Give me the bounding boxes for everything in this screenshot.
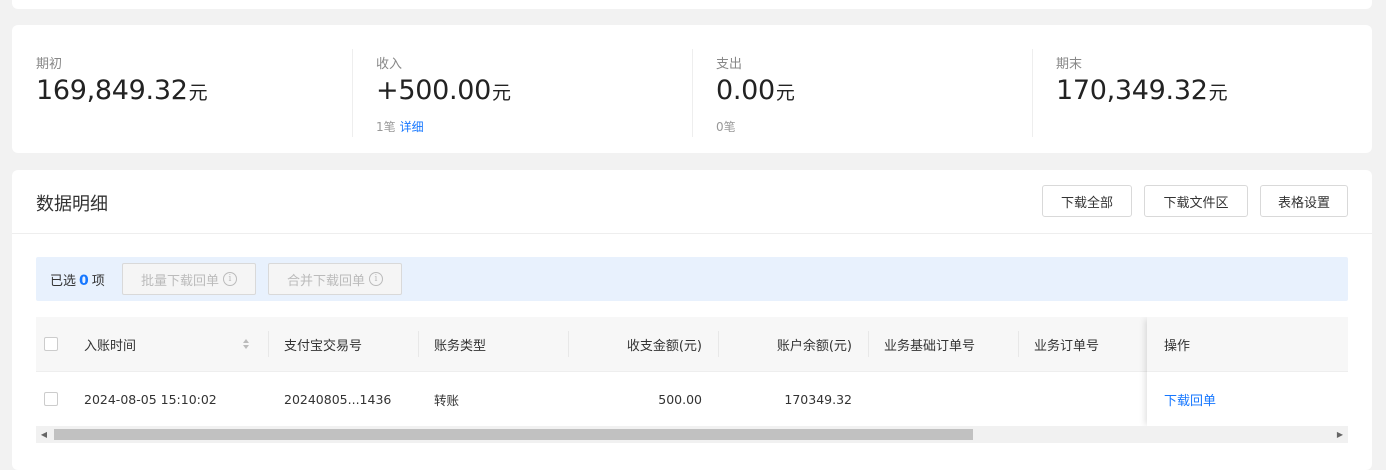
selected-count: 0 bbox=[79, 273, 89, 289]
stat-closing: 期末 170,349.32元 bbox=[1032, 25, 1372, 153]
column-separator bbox=[868, 331, 869, 357]
download-files-button[interactable]: 下载文件区 bbox=[1144, 185, 1248, 217]
detail-title: 数据明细 bbox=[36, 194, 108, 215]
row-type: 转账 bbox=[434, 392, 460, 408]
column-separator bbox=[1018, 331, 1019, 357]
row-time: 2024-08-05 15:10:02 bbox=[84, 391, 217, 407]
selection-bar: 已选 0 项 批量下载回单 i 合并下载回单 i bbox=[36, 257, 1348, 301]
download-receipt-link[interactable]: 下载回单 bbox=[1164, 372, 1216, 426]
action-header: 操作 bbox=[1147, 317, 1348, 372]
top-card-strip bbox=[12, 0, 1372, 9]
income-detail-link[interactable]: 详细 bbox=[400, 120, 424, 134]
scroll-right-arrow-icon[interactable]: ▶ bbox=[1332, 426, 1348, 443]
income-sub: 1笔 详细 bbox=[376, 118, 424, 135]
col-time[interactable]: 入账时间 bbox=[84, 317, 136, 371]
merge-download-button[interactable]: 合并下载回单 i bbox=[268, 263, 402, 295]
row-alipay-no: 20240805...1436 bbox=[284, 391, 392, 407]
stat-income: 收入 +500.00元 1笔 详细 bbox=[352, 25, 692, 153]
closing-amount: 170,349.32元 bbox=[1056, 75, 1228, 106]
info-circle-icon: i bbox=[369, 272, 383, 286]
col-action: 操作 bbox=[1164, 338, 1191, 354]
column-separator bbox=[268, 331, 269, 357]
row-balance: 170349.32 bbox=[784, 391, 852, 407]
action-column: 操作 下载回单 bbox=[1147, 317, 1348, 427]
detail-card: 数据明细 下载全部 下载文件区 表格设置 已选 0 项 批量下载回单 i 合并下载回… bbox=[12, 170, 1372, 470]
download-all-button[interactable]: 下载全部 bbox=[1042, 185, 1132, 217]
info-circle-icon: i bbox=[223, 272, 237, 286]
summary-card: 期初 169,849.32元 收入 +500.00元 1笔 详细 支出 0.00元… bbox=[12, 25, 1372, 153]
col-base-order: 业务基础订单号 bbox=[884, 338, 976, 354]
row-amount: 500.00 bbox=[658, 391, 702, 407]
table-settings-button[interactable]: 表格设置 bbox=[1260, 185, 1348, 217]
scroll-thumb[interactable] bbox=[54, 429, 973, 440]
opening-amount: 169,849.32元 bbox=[36, 75, 208, 106]
action-cell: 下载回单 bbox=[1147, 372, 1348, 427]
opening-label: 期初 bbox=[36, 57, 63, 72]
col-balance: 账户余额(元) bbox=[776, 338, 852, 354]
batch-download-button[interactable]: 批量下载回单 i bbox=[122, 263, 256, 295]
row-checkbox-cell bbox=[44, 372, 58, 426]
col-amount: 收支金额(元) bbox=[626, 338, 702, 354]
income-count: 1笔 bbox=[376, 120, 396, 134]
stat-opening: 期初 169,849.32元 bbox=[12, 25, 352, 153]
select-all-checkbox[interactable] bbox=[44, 337, 58, 351]
selection-count-text: 已选 0 项 bbox=[50, 273, 105, 289]
column-separator bbox=[418, 331, 419, 357]
closing-label: 期末 bbox=[1056, 57, 1083, 72]
row-checkbox[interactable] bbox=[44, 392, 58, 406]
income-label: 收入 bbox=[376, 57, 403, 72]
expense-amount: 0.00元 bbox=[716, 75, 795, 106]
col-type: 账务类型 bbox=[434, 338, 487, 354]
col-alipay-no: 支付宝交易号 bbox=[284, 338, 363, 354]
sort-icon[interactable] bbox=[242, 336, 250, 352]
scroll-left-arrow-icon[interactable]: ◀ bbox=[36, 426, 52, 443]
expense-count: 0笔 bbox=[716, 120, 736, 134]
stat-expense: 支出 0.00元 0笔 bbox=[692, 25, 1032, 153]
data-table: 入账时间 支付宝交易号 账务类型 收支金额(元) 账户余额(元) 业务基础订单号… bbox=[36, 317, 1348, 427]
expense-label: 支出 bbox=[716, 57, 743, 72]
income-amount: +500.00元 bbox=[376, 75, 511, 106]
col-order: 业务订单号 bbox=[1034, 338, 1100, 354]
horizontal-scrollbar[interactable]: ◀ ▶ bbox=[36, 426, 1348, 443]
select-all-checkbox-cell bbox=[44, 317, 58, 371]
header-divider bbox=[12, 233, 1372, 234]
